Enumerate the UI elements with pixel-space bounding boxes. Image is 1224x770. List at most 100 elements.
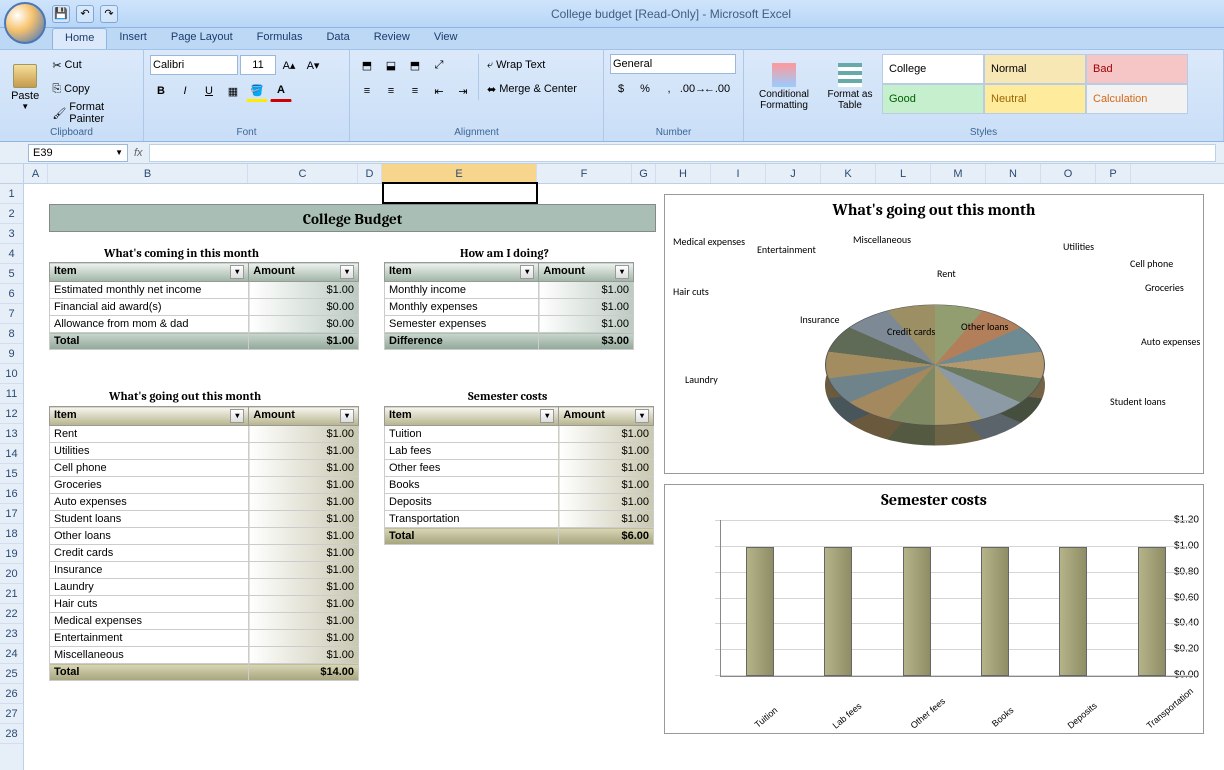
cell-styles-gallery[interactable]: CollegeNormalBadGoodNeutralCalculation [882, 54, 1204, 114]
row-header-3[interactable]: 3 [0, 224, 23, 244]
table-row[interactable]: Cell phone$1.00 [50, 460, 359, 477]
col-header-E[interactable]: E [382, 164, 537, 183]
row-header-11[interactable]: 11 [0, 384, 23, 404]
col-header-K[interactable]: K [821, 164, 876, 183]
shrink-font-icon[interactable]: A▾ [302, 54, 324, 76]
row-header-27[interactable]: 27 [0, 704, 23, 724]
table-row[interactable]: Laundry$1.00 [50, 579, 359, 596]
row-header-13[interactable]: 13 [0, 424, 23, 444]
outgoing-table[interactable]: Item▾Amount▾Rent$1.00Utilities$1.00Cell … [49, 406, 359, 681]
align-top-icon[interactable]: ⬒ [356, 54, 378, 76]
currency-icon[interactable]: $ [610, 78, 632, 100]
copy-button[interactable]: ⎘Copy [48, 78, 137, 100]
table-row[interactable]: Hair cuts$1.00 [50, 596, 359, 613]
col-header-P[interactable]: P [1096, 164, 1131, 183]
row-header-26[interactable]: 26 [0, 684, 23, 704]
number-format-select[interactable] [610, 54, 736, 74]
table-row[interactable]: Other fees$1.00 [385, 460, 654, 477]
row-header-16[interactable]: 16 [0, 484, 23, 504]
align-right-icon[interactable]: ≡ [404, 80, 426, 102]
align-bottom-icon[interactable]: ⬒ [404, 54, 426, 76]
decrease-decimal-icon[interactable]: ←.00 [706, 78, 728, 100]
col-header-F[interactable]: F [537, 164, 632, 183]
table-row[interactable]: Miscellaneous$1.00 [50, 647, 359, 664]
font-size-input[interactable] [240, 55, 276, 75]
comma-icon[interactable]: , [658, 78, 680, 100]
col-header-L[interactable]: L [876, 164, 931, 183]
table-row[interactable]: Groceries$1.00 [50, 477, 359, 494]
font-color-button[interactable]: A [270, 80, 292, 102]
col-header-I[interactable]: I [711, 164, 766, 183]
row-header-17[interactable]: 17 [0, 504, 23, 524]
row-header-4[interactable]: 4 [0, 244, 23, 264]
select-all-corner[interactable] [0, 164, 24, 184]
format-painter-button[interactable]: 🖌Format Painter [48, 102, 137, 124]
font-name-select[interactable] [150, 55, 238, 75]
style-neutral[interactable]: Neutral [984, 84, 1086, 114]
increase-indent-icon[interactable]: ⇥ [452, 80, 474, 102]
row-header-15[interactable]: 15 [0, 464, 23, 484]
col-header-O[interactable]: O [1041, 164, 1096, 183]
name-box[interactable]: E39▼ [28, 144, 128, 162]
table-row[interactable]: Credit cards$1.00 [50, 545, 359, 562]
format-as-table-button[interactable]: Format as Table [822, 54, 878, 120]
col-header-J[interactable]: J [766, 164, 821, 183]
align-center-icon[interactable]: ≡ [380, 80, 402, 102]
italic-button[interactable]: I [174, 80, 196, 102]
row-header-10[interactable]: 10 [0, 364, 23, 384]
style-bad[interactable]: Bad [1086, 54, 1188, 84]
paste-button[interactable]: Paste ▼ [6, 54, 44, 120]
chevron-down-icon[interactable]: ▼ [115, 148, 123, 157]
table-row[interactable]: Other loans$1.00 [50, 528, 359, 545]
table-row[interactable]: Rent$1.00 [50, 426, 359, 443]
percent-icon[interactable]: % [634, 78, 656, 100]
table-row[interactable]: Transportation$1.00 [385, 511, 654, 528]
col-header-G[interactable]: G [632, 164, 656, 183]
worksheet-grid[interactable]: College Budget What's coming in this mon… [24, 184, 1224, 770]
bold-button[interactable]: B [150, 80, 172, 102]
table-row[interactable]: Estimated monthly net income$1.00 [50, 282, 359, 299]
col-header-B[interactable]: B [48, 164, 248, 183]
semester-table[interactable]: Item▾Amount▾Tuition$1.00Lab fees$1.00Oth… [384, 406, 654, 545]
row-header-28[interactable]: 28 [0, 724, 23, 744]
decrease-indent-icon[interactable]: ⇤ [428, 80, 450, 102]
bar-chart[interactable]: Semester costs $0.00$0.20$0.40$0.60$0.80… [664, 484, 1204, 734]
underline-button[interactable]: U [198, 80, 220, 102]
row-header-5[interactable]: 5 [0, 264, 23, 284]
pie-chart[interactable]: What's going out this month RentUtilitie… [664, 194, 1204, 474]
formula-bar[interactable] [149, 144, 1216, 162]
merge-center-button[interactable]: ⬌Merge & Center [483, 78, 581, 100]
tab-data[interactable]: Data [314, 28, 361, 49]
row-header-8[interactable]: 8 [0, 324, 23, 344]
conditional-formatting-button[interactable]: Conditional Formatting [750, 54, 818, 120]
row-header-12[interactable]: 12 [0, 404, 23, 424]
table-row[interactable]: Student loans$1.00 [50, 511, 359, 528]
col-header-M[interactable]: M [931, 164, 986, 183]
col-header-D[interactable]: D [358, 164, 382, 183]
table-row[interactable]: Monthly expenses$1.00 [385, 299, 634, 316]
grow-font-icon[interactable]: A▴ [278, 54, 300, 76]
table-row[interactable]: Tuition$1.00 [385, 426, 654, 443]
row-header-25[interactable]: 25 [0, 664, 23, 684]
style-college[interactable]: College [882, 54, 984, 84]
table-row[interactable]: Semester expenses$1.00 [385, 316, 634, 333]
table-row[interactable]: Utilities$1.00 [50, 443, 359, 460]
table-row[interactable]: Deposits$1.00 [385, 494, 654, 511]
row-header-14[interactable]: 14 [0, 444, 23, 464]
qat-redo-icon[interactable]: ↷ [100, 5, 118, 23]
row-header-6[interactable]: 6 [0, 284, 23, 304]
row-header-22[interactable]: 22 [0, 604, 23, 624]
row-header-19[interactable]: 19 [0, 544, 23, 564]
qat-save-icon[interactable]: 💾 [52, 5, 70, 23]
tab-review[interactable]: Review [362, 28, 422, 49]
table-row[interactable]: Allowance from mom & dad$0.00 [50, 316, 359, 333]
col-header-H[interactable]: H [656, 164, 711, 183]
table-row[interactable]: Books$1.00 [385, 477, 654, 494]
row-headers[interactable]: 1234567891011121314151617181920212223242… [0, 184, 24, 770]
incoming-table[interactable]: Item▾Amount▾Estimated monthly net income… [49, 262, 359, 350]
row-header-7[interactable]: 7 [0, 304, 23, 324]
row-header-1[interactable]: 1 [0, 184, 23, 204]
cut-button[interactable]: ✂Cut [48, 54, 137, 76]
column-headers[interactable]: ABCDEFGHIJKLMNOP [24, 164, 1224, 184]
tab-page-layout[interactable]: Page Layout [159, 28, 245, 49]
